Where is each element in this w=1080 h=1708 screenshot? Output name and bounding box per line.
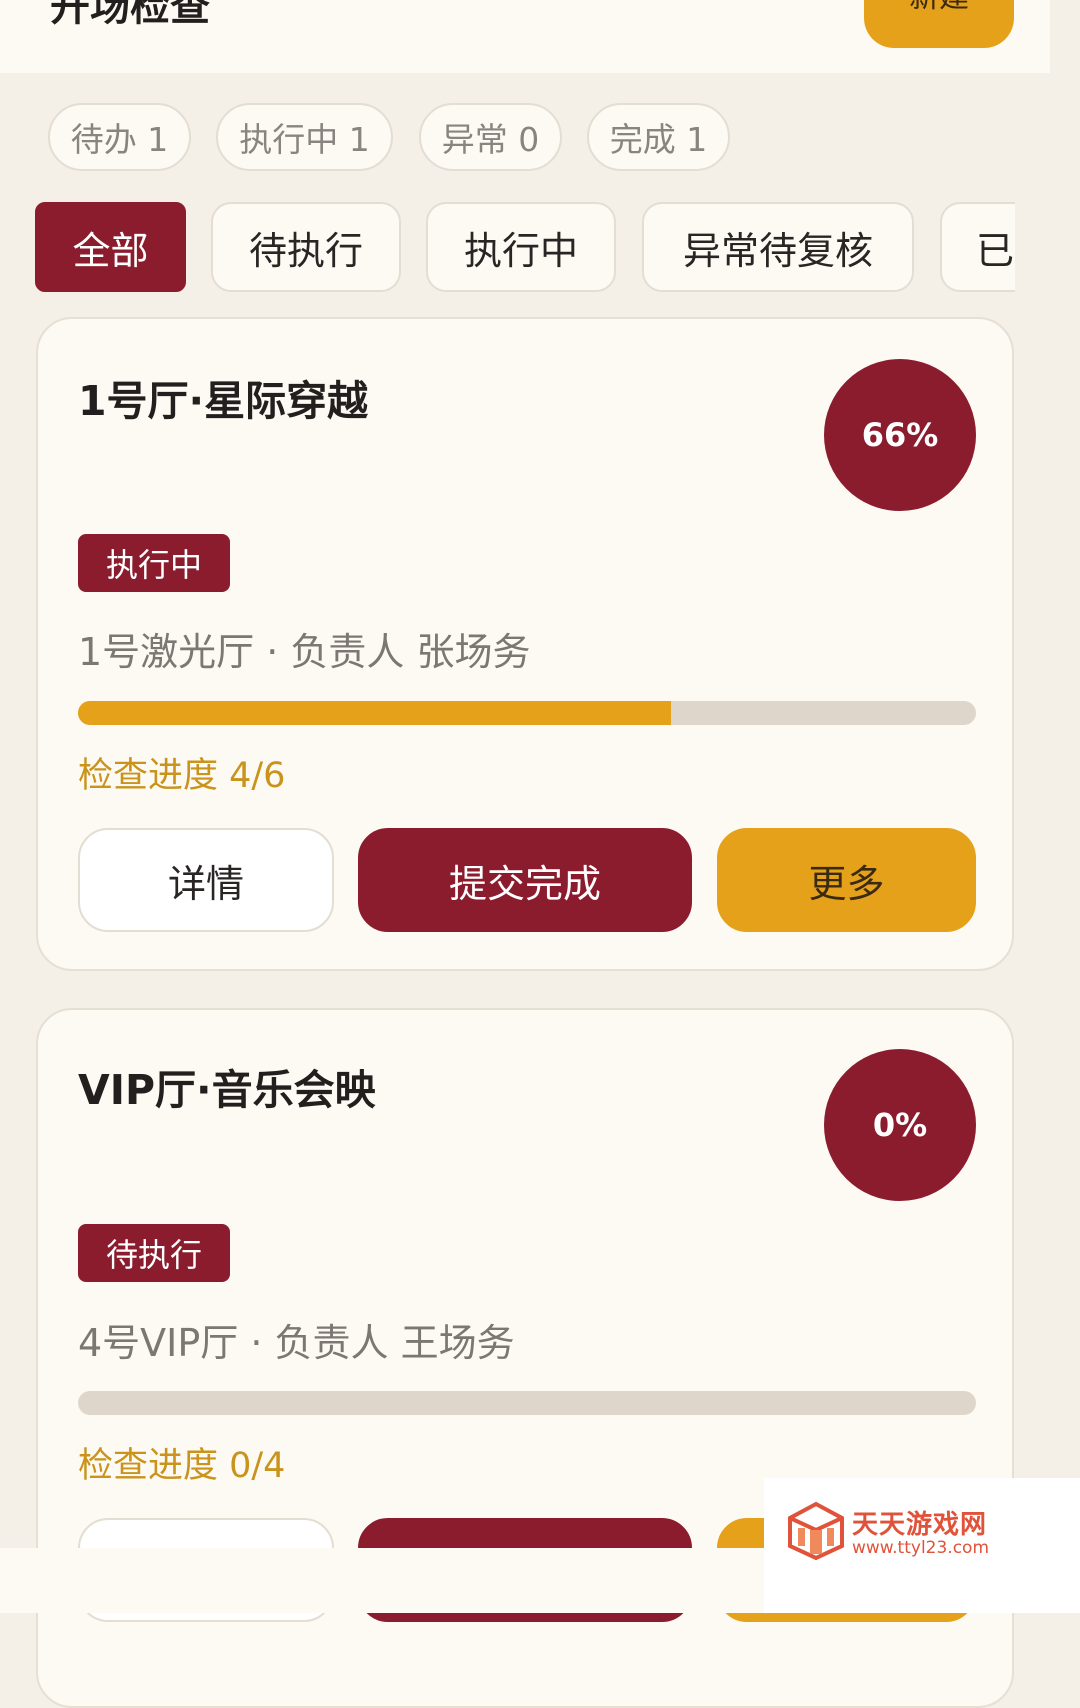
filter-tabs: 全部 待执行 执行中 异常待复核 已 bbox=[35, 200, 1015, 294]
new-button[interactable]: 新建 bbox=[864, 0, 1014, 48]
page-title: 开场检查 bbox=[50, 0, 210, 30]
card-title: 1号厅·星际穿越 bbox=[78, 377, 369, 425]
card-meta: 1号激光厅 · 负责人 张场务 bbox=[78, 630, 531, 674]
tab-pending[interactable]: 待执行 bbox=[211, 202, 401, 292]
progress-percent-badge: 66% bbox=[824, 359, 976, 511]
app-header: 开场检查 新建 bbox=[0, 0, 1050, 73]
tab-all[interactable]: 全部 bbox=[35, 202, 186, 292]
status-badge: 执行中 bbox=[78, 534, 230, 592]
progress-bar bbox=[78, 701, 976, 725]
tab-in-progress[interactable]: 执行中 bbox=[426, 202, 616, 292]
tab-exception-review[interactable]: 异常待复核 bbox=[642, 202, 914, 292]
progress-bar bbox=[78, 1391, 976, 1415]
detail-button[interactable]: 详情 bbox=[78, 828, 334, 932]
tab-completed[interactable]: 已 bbox=[940, 202, 1015, 292]
progress-bar-fill bbox=[78, 701, 671, 725]
site-logo-icon bbox=[788, 1501, 844, 1560]
chip-todo[interactable]: 待办 1 bbox=[48, 103, 191, 171]
submit-complete-button[interactable]: 提交完成 bbox=[358, 828, 692, 932]
chip-done[interactable]: 完成 1 bbox=[587, 103, 730, 171]
card-title: VIP厅·音乐会映 bbox=[78, 1066, 376, 1114]
watermark: 天天游戏网 www.ttyl23.com bbox=[764, 1478, 1080, 1613]
more-button[interactable]: 更多 bbox=[717, 828, 976, 932]
watermark-name: 天天游戏网 bbox=[852, 1510, 988, 1540]
progress-percent-badge: 0% bbox=[824, 1049, 976, 1201]
chip-exception[interactable]: 异常 0 bbox=[419, 103, 562, 171]
watermark-url: www.ttyl23.com bbox=[852, 1538, 990, 1558]
status-badge: 待执行 bbox=[78, 1224, 230, 1282]
card-meta: 4号VIP厅 · 负责人 王场务 bbox=[78, 1321, 515, 1365]
chip-in-progress[interactable]: 执行中 1 bbox=[216, 103, 393, 171]
progress-text: 检查进度 0/4 bbox=[78, 1446, 286, 1486]
check-card: 1号厅·星际穿越 66% 执行中 1号激光厅 · 负责人 张场务 检查进度 4/… bbox=[36, 317, 1014, 971]
progress-text: 检查进度 4/6 bbox=[78, 756, 286, 796]
